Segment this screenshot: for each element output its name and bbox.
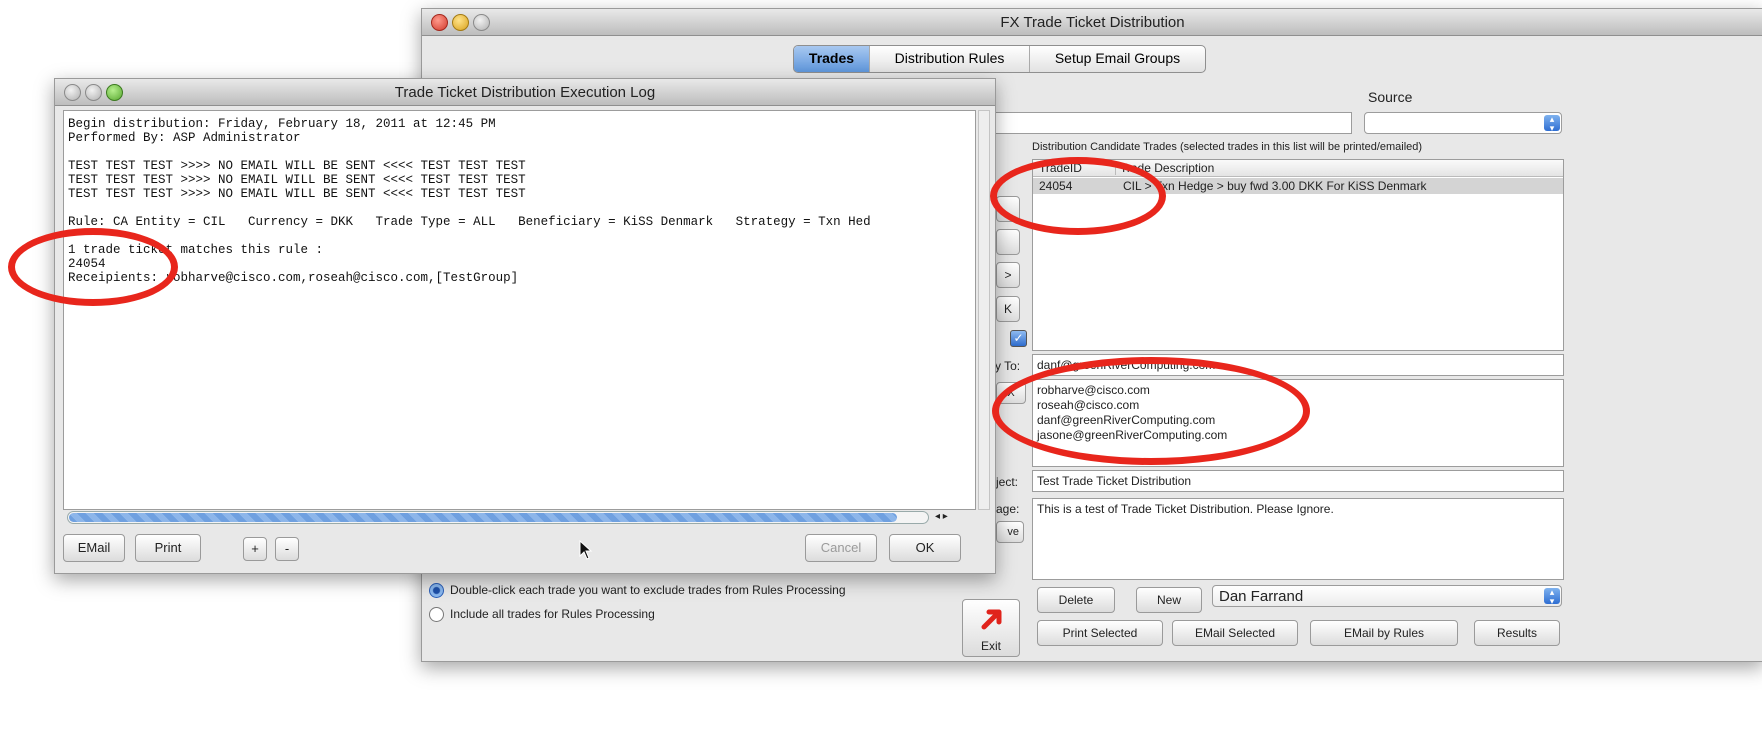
results-button[interactable]: Results [1474, 620, 1560, 646]
print-selected-button[interactable]: Print Selected [1037, 620, 1163, 646]
tab-setup-email-groups[interactable]: Setup Email Groups [1030, 46, 1205, 72]
email-button[interactable]: EMail [63, 534, 125, 562]
exit-label: Exit [980, 639, 1001, 653]
user-select-value: Dan Farrand [1219, 588, 1304, 605]
subject-field[interactable]: Test Trade Ticket Distribution [1032, 470, 1564, 492]
log-line: Begin distribution: Friday, February 18,… [68, 117, 496, 131]
reply-to-label: y To: [995, 359, 1021, 373]
subject-value: Test Trade Ticket Distribution [1037, 474, 1192, 488]
log-window-title: Trade Ticket Distribution Execution Log [394, 84, 656, 101]
subject-label: ject: [996, 475, 1019, 489]
horizontal-scrollbar[interactable] [67, 511, 929, 524]
row-description: CIL > Txn Hedge > buy fwd 3.00 DKK For K… [1123, 179, 1427, 193]
email-by-rules-button[interactable]: EMail by Rules [1310, 620, 1458, 646]
message-field[interactable]: This is a test of Trade Ticket Distribut… [1032, 498, 1564, 580]
log-line: Performed By: ASP Administrator [68, 131, 301, 145]
delete-button[interactable]: Delete [1037, 587, 1115, 613]
plus-button[interactable]: + [243, 537, 267, 561]
partial-button-ve[interactable]: ve [996, 521, 1024, 543]
tab-bar: Trades Distribution Rules Setup Email Gr… [793, 45, 1206, 73]
log-line: TEST TEST TEST >>>> NO EMAIL WILL BE SEN… [68, 187, 526, 201]
message-value: This is a test of Trade Ticket Distribut… [1037, 502, 1334, 516]
user-select-arrows: ▴ ▾ [1544, 588, 1560, 606]
partial-button-4[interactable]: K [996, 296, 1020, 322]
main-window-title: FX Trade Ticket Distribution [1000, 14, 1185, 31]
source-select-arrows: ▴ ▾ [1544, 115, 1560, 133]
annotation-circle-log-match [8, 228, 178, 306]
log-lines: Begin distribution: Friday, February 18,… [68, 117, 971, 285]
minus-button[interactable]: - [275, 537, 299, 561]
source-label: Source [1368, 89, 1413, 105]
new-button[interactable]: New [1136, 587, 1202, 613]
ok-button[interactable]: OK [889, 534, 961, 562]
log-line: 24054 [68, 257, 106, 271]
radio-exclude-trades-label[interactable]: Double-click each trade you want to excl… [450, 583, 846, 597]
filter-field[interactable] [982, 112, 1352, 134]
partial-button-3[interactable]: > [996, 262, 1020, 288]
log-titlebar: Trade Ticket Distribution Execution Log [55, 79, 995, 106]
tab-trades[interactable]: Trades [794, 46, 870, 72]
log-window: Trade Ticket Distribution Execution Log … [54, 78, 996, 574]
candidates-caption: Distribution Candidate Trades (selected … [1032, 141, 1423, 153]
log-line: TEST TEST TEST >>>> NO EMAIL WILL BE SEN… [68, 159, 526, 173]
radio-exclude-trades[interactable] [429, 583, 444, 598]
main-titlebar: FX Trade Ticket Distribution [422, 9, 1762, 36]
exit-button[interactable]: Exit [962, 599, 1020, 657]
cancel-button[interactable]: Cancel [805, 534, 877, 562]
exit-arrow-icon [981, 609, 1002, 630]
annotation-circle-recipients [992, 357, 1310, 465]
radio-include-all[interactable] [429, 607, 444, 622]
horizontal-scroll-thumb[interactable] [69, 513, 897, 522]
partial-button-2[interactable] [996, 229, 1020, 255]
email-selected-button[interactable]: EMail Selected [1172, 620, 1298, 646]
annotation-circle-tradeid [990, 157, 1166, 235]
user-select[interactable]: Dan Farrand ▴ ▾ [1212, 585, 1562, 607]
tab-distribution-rules[interactable]: Distribution Rules [870, 46, 1030, 72]
print-button[interactable]: Print [135, 534, 201, 562]
log-text-area[interactable]: Begin distribution: Friday, February 18,… [63, 110, 976, 510]
log-line: 1 trade ticket matches this rule : [68, 243, 324, 257]
message-label: age: [996, 502, 1020, 516]
mouse-cursor-icon [579, 540, 593, 560]
scroll-arrows[interactable]: ◂ ▸ [935, 511, 948, 522]
log-line: Rule: CA Entity = CIL Currency = DKK Tra… [68, 215, 871, 229]
include-checkbox[interactable]: ✓ [1010, 330, 1027, 347]
vertical-scrollbar[interactable] [978, 110, 990, 510]
source-select[interactable]: ▴ ▾ [1364, 112, 1562, 134]
log-line: TEST TEST TEST >>>> NO EMAIL WILL BE SEN… [68, 173, 526, 187]
log-line: Receipients: robharve@cisco.com,roseah@c… [68, 271, 519, 285]
radio-include-all-label[interactable]: Include all trades for Rules Processing [450, 607, 655, 621]
